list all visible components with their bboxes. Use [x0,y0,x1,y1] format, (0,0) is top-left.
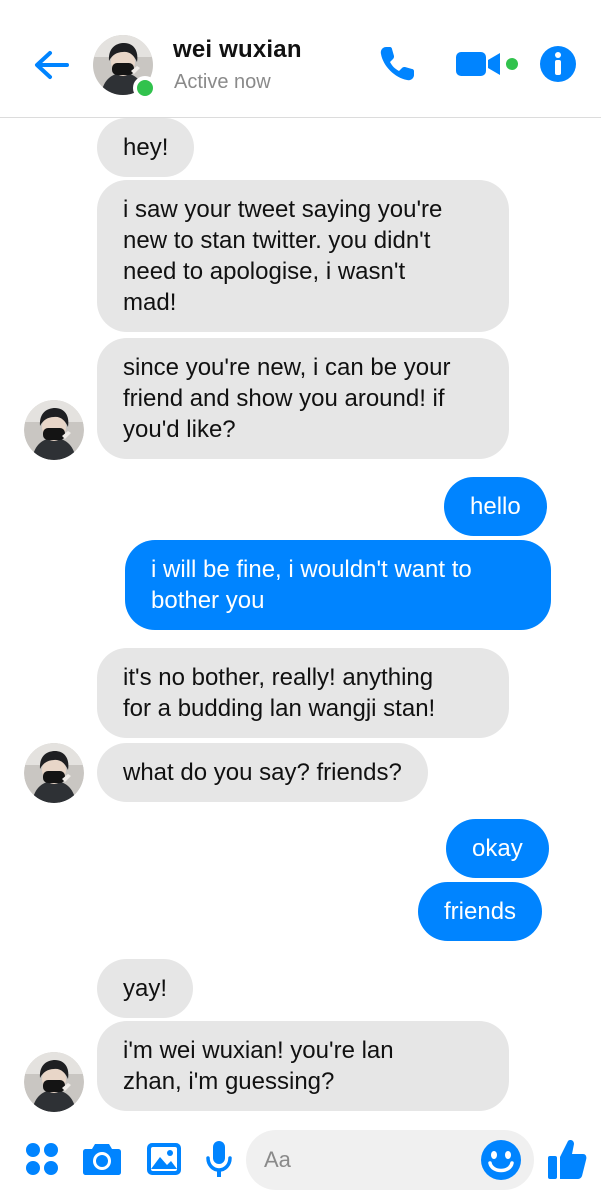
phone-icon [380,47,414,81]
message-bubble[interactable]: friends [418,882,543,941]
message-bubble[interactable]: yay! [97,959,194,1018]
message-bubble[interactable]: i'm wei wuxian! you're lan zhan, i'm gue… [97,1021,509,1111]
conversation-header: wei wuxian Active now [0,0,601,118]
gallery-button[interactable] [142,1136,186,1182]
back-button[interactable] [28,42,74,88]
sender-avatar[interactable] [24,400,84,460]
thumbs-up-icon [548,1140,587,1179]
online-status-dot [133,76,157,100]
active-status: Active now [174,71,271,93]
voice-message-button[interactable] [202,1136,236,1182]
message-bubble[interactable]: what do you say? friends? [97,743,428,802]
message-bubble[interactable]: i will be fine, i wouldn't want to bothe… [125,540,551,630]
sender-avatar[interactable] [24,1052,84,1112]
image-icon [147,1143,181,1175]
message-bubble[interactable]: i saw your tweet saying you're new to st… [97,180,509,332]
emoji-button[interactable] [478,1137,524,1183]
message-bubble[interactable]: okay [446,819,549,878]
video-call-button[interactable] [452,40,524,88]
sender-avatar[interactable] [24,743,84,803]
microphone-icon [206,1141,232,1177]
video-camera-icon [456,52,518,76]
like-button[interactable] [544,1134,590,1184]
contact-name[interactable]: wei wuxian [173,36,302,64]
camera-icon [83,1144,121,1175]
message-bubble[interactable]: since you're new, i can be your friend a… [97,338,509,459]
message-bubble[interactable]: hello [444,477,547,536]
camera-button[interactable] [80,1136,124,1182]
info-icon [540,46,576,82]
four-dots-icon [26,1143,58,1175]
voice-call-button[interactable] [372,40,422,88]
more-actions-button[interactable] [22,1136,62,1182]
message-bubble[interactable]: it's no bother, really! anything for a b… [97,648,509,738]
back-arrow-icon [35,51,69,79]
smiley-icon [481,1140,521,1180]
info-button[interactable] [536,40,580,88]
message-bubble[interactable]: hey! [97,118,195,177]
